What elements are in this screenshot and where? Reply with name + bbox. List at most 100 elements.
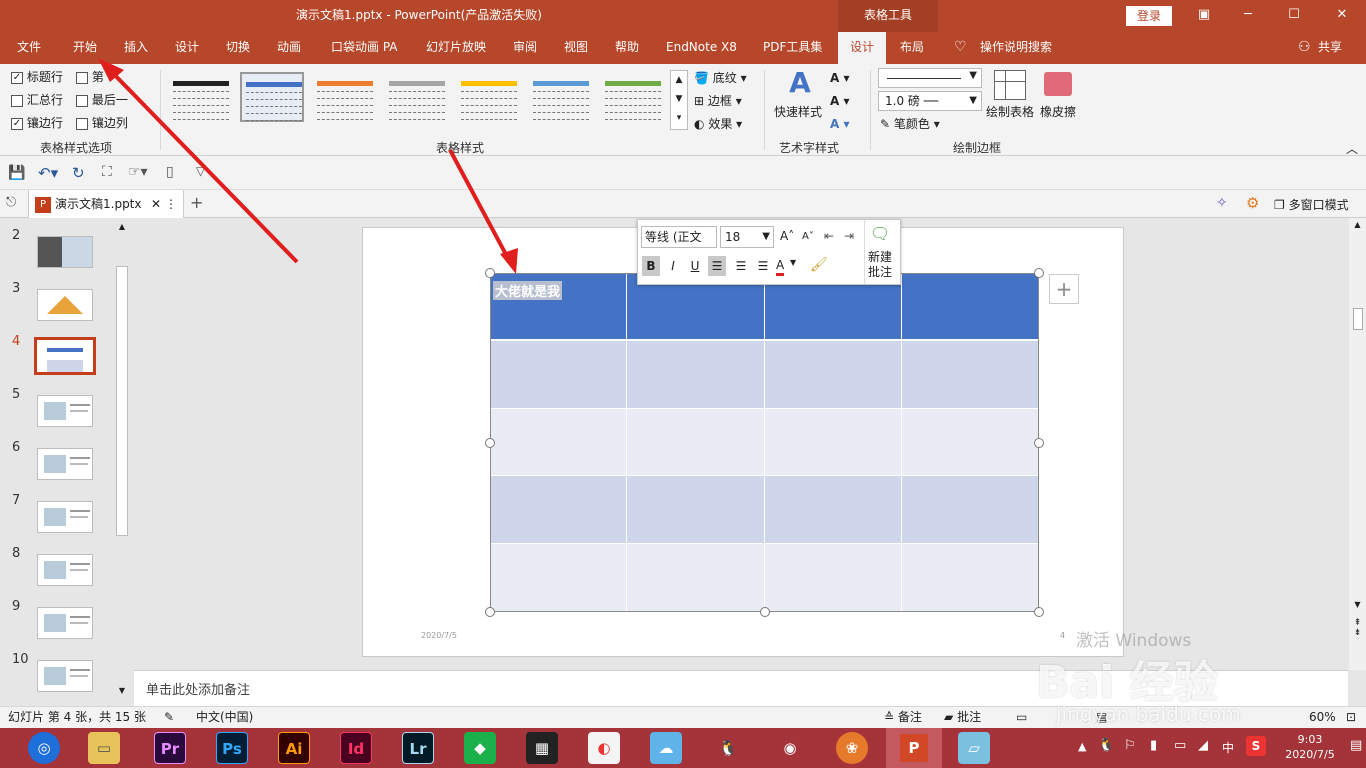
- tray-qq-icon[interactable]: 🐧: [1098, 738, 1114, 753]
- lightroom-icon[interactable]: Lr: [402, 732, 434, 764]
- app-green-icon[interactable]: ◆: [464, 732, 496, 764]
- tab-endnote[interactable]: EndNote X8: [666, 32, 737, 64]
- tab-pdf-tools[interactable]: PDF工具集: [763, 32, 822, 64]
- gallery-scroll[interactable]: ▲ ▼ ▾: [670, 70, 688, 130]
- new-file-icon[interactable]: ▯: [166, 164, 174, 180]
- increase-indent-icon[interactable]: ⇥: [844, 229, 854, 243]
- checkbox-icon[interactable]: [76, 117, 88, 130]
- share-icon[interactable]: ⚇: [1298, 32, 1311, 64]
- tab-table-design[interactable]: 设计: [838, 32, 886, 64]
- checkbox-icon[interactable]: [76, 94, 88, 107]
- app-notes-icon[interactable]: ▱: [958, 732, 990, 764]
- maximize-icon[interactable]: ☐: [1272, 0, 1316, 32]
- browser-icon[interactable]: ◎: [28, 732, 60, 764]
- border-button[interactable]: ⊞ 边框 ▾: [694, 91, 742, 111]
- slide[interactable]: 大佬就是我 + 2020/7/5 4 等线 (正文 18 ▼ A˄ A˅ ⇤ ⇥ …: [362, 219, 1124, 657]
- undo-icon[interactable]: ↶▾: [38, 164, 58, 182]
- display-icon[interactable]: ▭: [1174, 738, 1186, 753]
- font-size-select[interactable]: 18 ▼: [720, 226, 774, 248]
- battery-icon[interactable]: ▮: [1150, 738, 1157, 753]
- align-center-icon[interactable]: ☰: [732, 256, 750, 276]
- bold-button[interactable]: B: [642, 256, 660, 276]
- illustrator-icon[interactable]: Ai: [278, 732, 310, 764]
- align-left-icon[interactable]: ☰: [708, 256, 726, 276]
- close-icon[interactable]: ✕: [1320, 0, 1364, 32]
- slideshow-icon[interactable]: ⛶: [102, 164, 112, 180]
- tab-history-icon[interactable]: ⎋: [6, 195, 16, 210]
- last-col-option[interactable]: 最后一: [76, 91, 128, 109]
- indesign-icon[interactable]: Id: [340, 732, 372, 764]
- add-icon[interactable]: +: [1049, 274, 1079, 304]
- banded-cols-option[interactable]: 镶边列: [76, 114, 128, 132]
- table-style-4[interactable]: [384, 72, 448, 122]
- table[interactable]: [485, 268, 1044, 617]
- file-explorer-icon[interactable]: ▭: [88, 732, 120, 764]
- settings-icon[interactable]: ⚙: [1246, 194, 1259, 212]
- more-icon[interactable]: ⋮: [165, 190, 177, 218]
- pen-style-select[interactable]: ▼: [878, 68, 982, 88]
- share-button[interactable]: 共享: [1318, 32, 1342, 64]
- comments-toggle[interactable]: ▰ 批注: [944, 707, 981, 728]
- clock[interactable]: 9:03 2020/7/5: [1280, 732, 1340, 762]
- table-style-3[interactable]: [312, 72, 376, 122]
- resize-handle[interactable]: [1034, 607, 1044, 617]
- premiere-icon[interactable]: Pr: [154, 732, 186, 764]
- tab-file[interactable]: 文件: [17, 32, 41, 64]
- qq-icon[interactable]: 🐧: [712, 732, 744, 764]
- ime-indicator[interactable]: 中: [1222, 739, 1234, 756]
- table-style-2[interactable]: [240, 72, 304, 122]
- format-painter-icon[interactable]: 🖌: [810, 257, 828, 273]
- redo-icon[interactable]: ↻: [72, 164, 85, 182]
- notification-icon[interactable]: ▤: [1350, 738, 1362, 753]
- app-redgreen-icon[interactable]: ◐: [588, 732, 620, 764]
- slide-thumbnail[interactable]: [37, 289, 93, 321]
- tab-slideshow[interactable]: 幻灯片放映: [426, 32, 486, 64]
- new-tab-icon[interactable]: +: [190, 193, 203, 212]
- eraser-button[interactable]: 橡皮擦: [1040, 102, 1076, 122]
- wifi-icon[interactable]: ◢: [1198, 738, 1208, 753]
- quick-styles-icon[interactable]: A: [782, 68, 818, 98]
- quick-styles-button[interactable]: 快速样式: [774, 102, 822, 122]
- checkbox-icon[interactable]: [11, 94, 23, 107]
- notes-toggle[interactable]: ≙ 备注: [884, 707, 922, 728]
- eraser-icon[interactable]: [1044, 72, 1072, 96]
- canvas-scrollbar[interactable]: ▲ ▼ ⇞ ⇟: [1349, 218, 1366, 670]
- tab-table-layout[interactable]: 布局: [900, 32, 924, 64]
- font-name-select[interactable]: 等线 (正文: [641, 226, 717, 248]
- tab-pocket-animation[interactable]: 口袋动画 PA: [331, 32, 398, 64]
- pen-weight-select[interactable]: 1.0 磅 ── ▼: [878, 91, 982, 111]
- first-col-option[interactable]: 第: [76, 68, 104, 86]
- save-icon[interactable]: 💾: [8, 165, 25, 181]
- slide-thumbnail[interactable]: [37, 660, 93, 692]
- login-button[interactable]: 登录: [1126, 6, 1172, 26]
- table-style-5[interactable]: [456, 72, 520, 122]
- tray-expand-icon[interactable]: ▲: [1078, 740, 1086, 753]
- tab-transitions[interactable]: 切换: [226, 32, 250, 64]
- app-orange-icon[interactable]: ❀: [836, 732, 868, 764]
- underline-button[interactable]: U: [686, 256, 704, 276]
- selected-cell-text[interactable]: 大佬就是我: [493, 281, 563, 300]
- slide-thumbnail[interactable]: [37, 607, 93, 639]
- photoshop-icon[interactable]: Ps: [216, 732, 248, 764]
- powerpoint-taskbar-button[interactable]: P: [886, 728, 942, 768]
- slide-thumbnail[interactable]: [37, 395, 93, 427]
- draw-table-button[interactable]: 绘制表格: [986, 102, 1034, 122]
- tab-help[interactable]: 帮助: [615, 32, 639, 64]
- tab-design[interactable]: 设计: [175, 32, 199, 64]
- spellcheck-icon[interactable]: ✎: [164, 707, 174, 728]
- draw-table-icon[interactable]: [994, 70, 1026, 100]
- document-tab[interactable]: P 演示文稿1.pptx ✕ ⋮: [28, 190, 184, 218]
- slide-thumbnail[interactable]: [34, 337, 96, 375]
- decrease-indent-icon[interactable]: ⇤: [824, 229, 834, 243]
- checkbox-icon[interactable]: [76, 71, 88, 84]
- resize-handle[interactable]: [1034, 437, 1044, 448]
- touch-mode-icon[interactable]: ☞▾: [128, 164, 148, 180]
- table-style-7[interactable]: [600, 72, 664, 122]
- customize-qat-icon[interactable]: ▽: [196, 164, 205, 178]
- shading-button[interactable]: 🪣 底纹 ▾: [694, 68, 747, 88]
- app-bird-icon[interactable]: ☁: [650, 732, 682, 764]
- table-style-6[interactable]: [528, 72, 592, 122]
- resize-handle[interactable]: [759, 607, 770, 617]
- new-comment-icon[interactable]: 🗨: [870, 224, 890, 243]
- text-fill-icon[interactable]: A ▾: [830, 68, 850, 88]
